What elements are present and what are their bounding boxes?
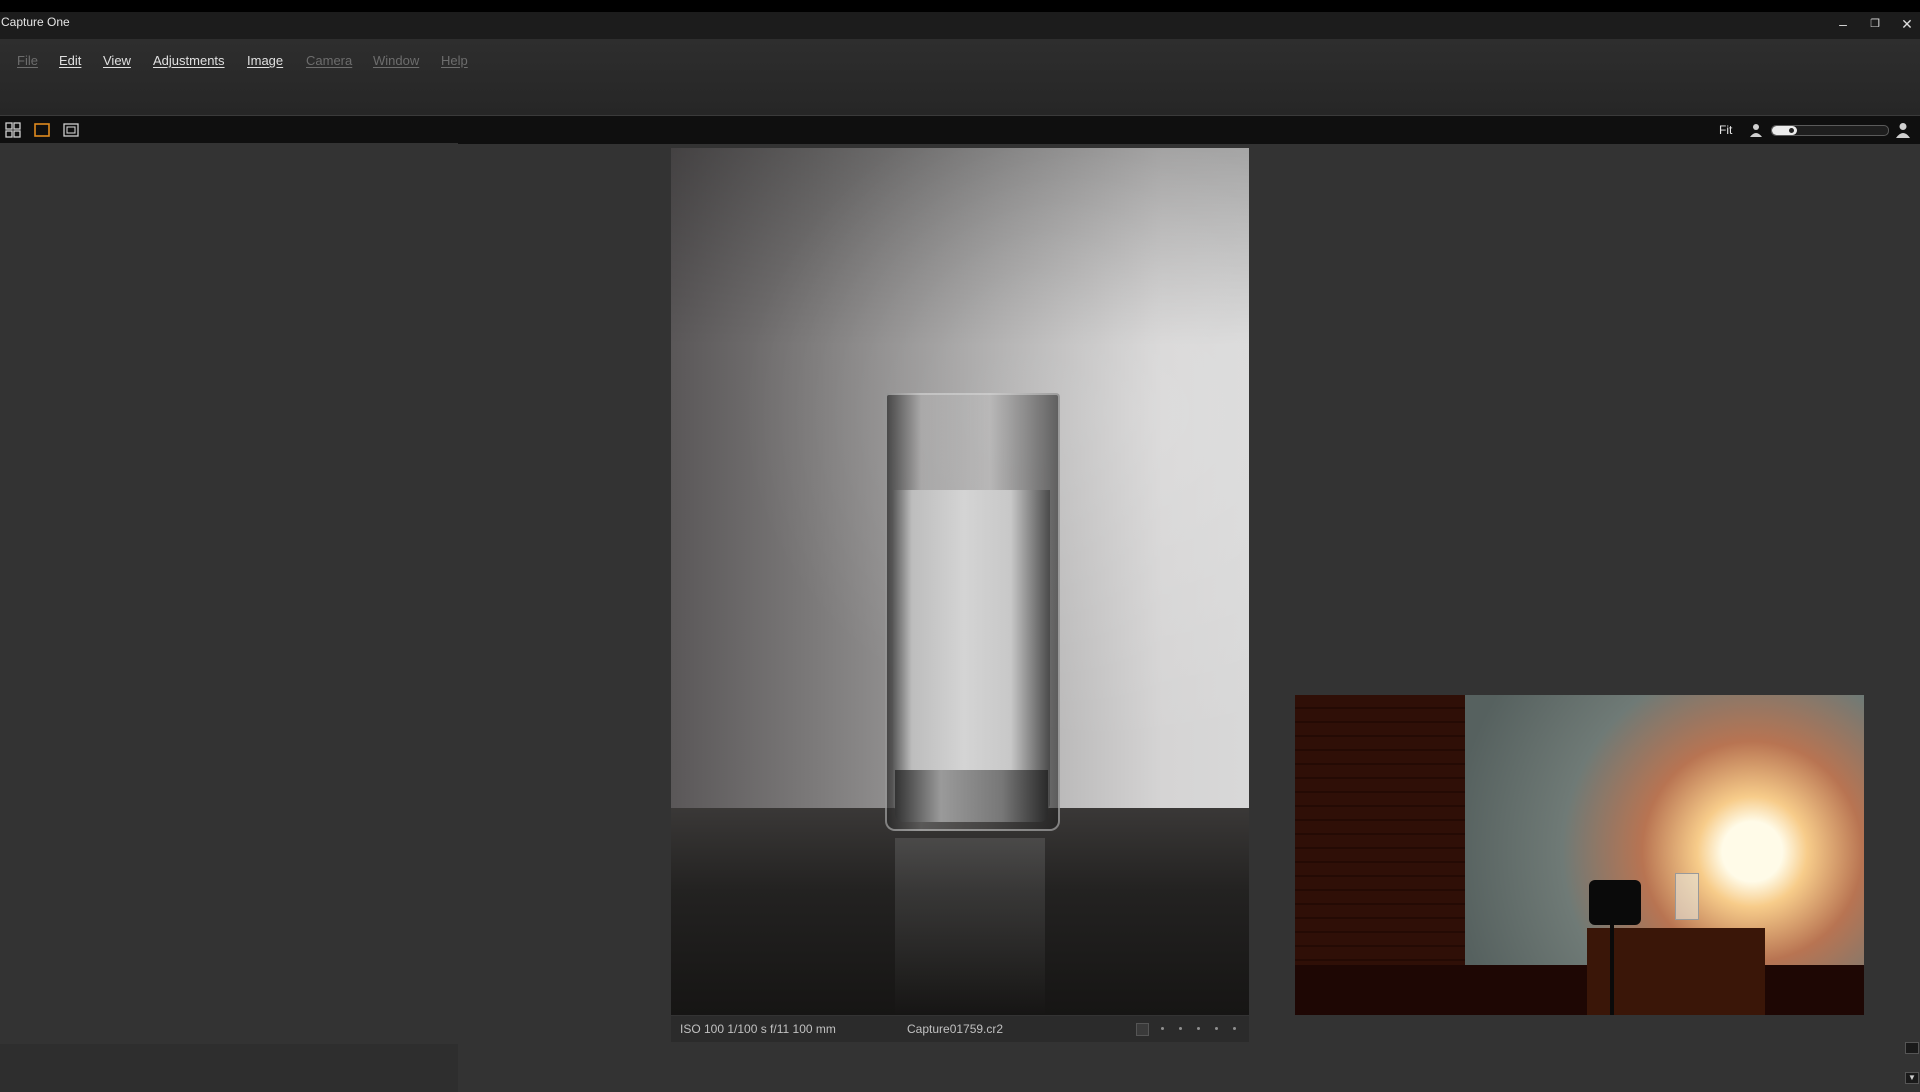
menu-adjustments[interactable]: Adjustments — [153, 53, 225, 68]
menu-image[interactable]: Image — [247, 53, 283, 68]
main-photo-viewer[interactable] — [671, 148, 1249, 1015]
menu-view[interactable]: View — [103, 53, 131, 68]
menu-window[interactable]: Window — [373, 53, 419, 68]
exif-info: ISO 100 1/100 s f/11 100 mm — [680, 1022, 836, 1036]
scroll-down-button[interactable]: ▼ — [1905, 1072, 1919, 1084]
single-view-icon[interactable] — [34, 122, 50, 138]
viewer-toolbar: Fit — [0, 115, 1920, 144]
restore-button[interactable]: ❐ — [1863, 14, 1887, 34]
inset-floor — [1295, 965, 1864, 1015]
inset-backdrop — [1465, 695, 1864, 965]
left-panel-footer — [0, 1044, 458, 1092]
close-button[interactable]: ✕ — [1895, 14, 1919, 34]
inset-camera — [1589, 880, 1641, 925]
minimize-button[interactable]: – — [1831, 14, 1855, 34]
top-strip — [0, 0, 1920, 12]
color-tag-box[interactable] — [1136, 1023, 1149, 1036]
grid-view-icon[interactable] — [5, 122, 21, 138]
glass-reflection — [895, 838, 1045, 1015]
glass-base — [895, 770, 1048, 822]
person-large-icon — [1896, 123, 1910, 138]
menu-file[interactable]: File — [17, 53, 38, 68]
zoom-fit-label[interactable]: Fit — [1719, 123, 1732, 137]
inset-tripod — [1610, 923, 1614, 1015]
multi-view-icon[interactable] — [63, 122, 79, 138]
rating-star[interactable] — [1233, 1027, 1236, 1030]
menu-camera[interactable]: Camera — [306, 53, 352, 68]
person-small-icon — [1750, 124, 1762, 137]
inset-glass — [1675, 873, 1699, 920]
webcam-inset — [1295, 695, 1864, 1015]
rating-star[interactable] — [1197, 1027, 1200, 1030]
menu-edit[interactable]: Edit — [59, 53, 81, 68]
rating-star[interactable] — [1215, 1027, 1218, 1030]
scrollbar[interactable]: ▼ — [1905, 1042, 1919, 1090]
menu-bar: File Edit View Adjustments Image Camera … — [0, 39, 1920, 115]
title-bar: Capture One – ❐ ✕ — [0, 12, 1920, 39]
viewer-info-strip: ISO 100 1/100 s f/11 100 mm Capture01759… — [671, 1016, 1249, 1042]
left-tool-panel — [0, 143, 458, 1092]
scroll-handle[interactable] — [1905, 1042, 1919, 1054]
app-title: Capture One — [1, 15, 70, 29]
glass-water — [893, 490, 1050, 810]
menu-help[interactable]: Help — [441, 53, 468, 68]
file-name: Capture01759.cr2 — [907, 1022, 1004, 1036]
water-glass — [885, 393, 1060, 831]
zoom-slider[interactable] — [1771, 125, 1889, 136]
rating-star[interactable] — [1179, 1027, 1182, 1030]
rating-star[interactable] — [1161, 1027, 1164, 1030]
